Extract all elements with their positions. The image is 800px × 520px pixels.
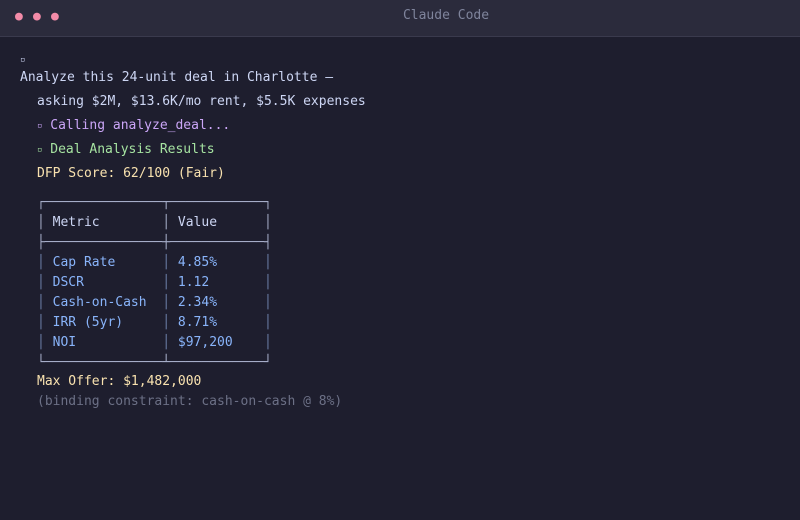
table-cell-metric: NOI xyxy=(52,335,163,350)
prompt-line-2: asking $2M, $13.6K/mo rent, $5.5K expens… xyxy=(37,94,366,109)
max-offer: Max Offer: $1,482,000 xyxy=(37,374,202,389)
result-header-text: Deal Analysis Results xyxy=(50,142,215,157)
table-row: │ Cap Rate │ 4.85% │ xyxy=(37,255,272,270)
table-cell-value: 1.12 xyxy=(177,275,264,290)
window-title: Claude Code xyxy=(402,8,490,23)
table-cell-value: $97,200 xyxy=(177,335,264,350)
table-row: │ NOI │ $97,200 │ xyxy=(37,335,272,350)
prompt-line-1: Analyze this 24-unit deal in Charlotte — xyxy=(20,70,334,85)
dfp-score: DFP Score: 62/100 (Fair) xyxy=(37,166,225,181)
table-cell-value: 8.71% xyxy=(177,315,264,330)
title-bar: ● ● ● Claude Code xyxy=(0,0,800,37)
table-row: │ IRR (5yr) │ 8.71% │ xyxy=(37,315,272,330)
results-table: ┌───────────────┬────────────┐ │ Metric … xyxy=(37,195,272,370)
table-header-value: Value xyxy=(177,215,264,230)
table-cell-metric: IRR (5yr) xyxy=(52,315,163,330)
table-row: │ DSCR │ 1.12 │ xyxy=(37,275,272,290)
table-cell-value: 2.34% xyxy=(177,295,264,310)
result-header-line: ▫ Deal Analysis Results xyxy=(37,142,215,158)
tool-call-text: Calling analyze_deal... xyxy=(50,118,231,133)
table-header-metric: Metric xyxy=(52,215,163,230)
result-marker-icon: ▫ xyxy=(37,145,43,155)
tool-call-marker-icon: ▫ xyxy=(37,121,43,131)
table-cell-metric: Cap Rate xyxy=(52,255,163,270)
prompt-marker-icon: ▫ xyxy=(20,55,26,65)
binding-constraint-note: (binding constraint: cash-on-cash @ 8%) xyxy=(37,394,343,409)
table-cell-metric: Cash-on-Cash xyxy=(52,295,163,310)
table-cell-value: 4.85% xyxy=(177,255,264,270)
tool-call-line: ▫ Calling analyze_deal... xyxy=(37,118,230,134)
table-cell-metric: DSCR xyxy=(52,275,163,290)
table-row: │ Cash-on-Cash │ 2.34% │ xyxy=(37,295,272,310)
